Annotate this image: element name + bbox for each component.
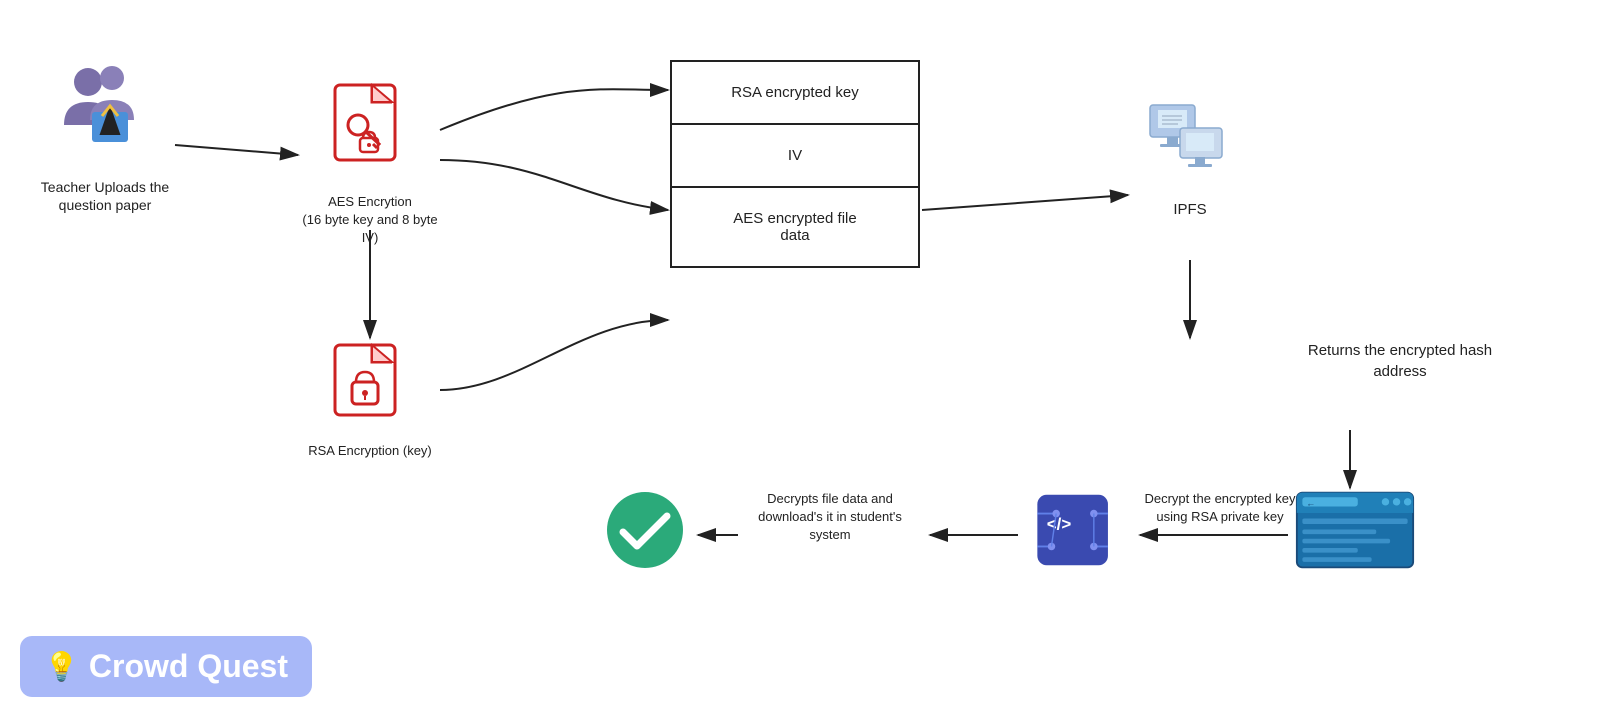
checkmark-box [600, 490, 690, 575]
smart-contract-box: </> [1020, 490, 1130, 575]
decrypts-label: Decrypts file data and download's it in … [740, 490, 920, 545]
crowd-quest-text: Crowd Quest [89, 648, 288, 685]
ipfs-label: IPFS [1130, 201, 1250, 218]
returns-label: Returns the encrypted hash address [1300, 340, 1500, 382]
teacher-icon [40, 60, 170, 170]
aes-label: AES Encrytion(16 byte key and 8 byte IV) [300, 193, 440, 248]
data-row-iv: IV [672, 125, 918, 188]
rsa-enc-label: RSA Encryption (key) [300, 443, 440, 458]
data-struct-box: RSA encrypted key IV AES encrypted filed… [670, 60, 920, 268]
browser-box: ← [1290, 490, 1420, 575]
teacher-label: Teacher Uploads the question paper [40, 178, 170, 214]
decrypt-label: Decrypt the encrypted key using RSA priv… [1140, 490, 1300, 526]
aes-box: AES Encrytion(16 byte key and 8 byte IV) [300, 80, 440, 248]
rsa-enc-box: RSA Encryption (key) [300, 340, 440, 458]
crowd-quest-badge: 💡 Crowd Quest [20, 636, 312, 697]
diagram-container: Teacher Uploads the question paper AES E… [0, 0, 1624, 717]
data-row-rsa: RSA encrypted key [672, 62, 918, 125]
ipfs-box: IPFS [1130, 100, 1250, 218]
data-row-aes: AES encrypted filedata [672, 188, 918, 266]
crowd-quest-icon: 💡 [44, 650, 79, 683]
teacher-box: Teacher Uploads the question paper [40, 60, 170, 214]
svg-text:</>: </> [1047, 515, 1072, 534]
svg-text:←: ← [1306, 498, 1315, 508]
